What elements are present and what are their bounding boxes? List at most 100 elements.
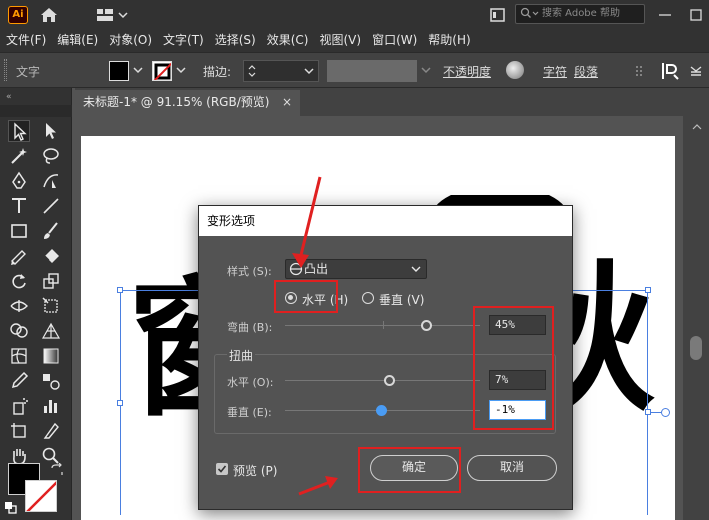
character-panel-link[interactable]: 字符 <box>543 63 567 80</box>
stroke-color-swatch[interactable] <box>25 480 57 512</box>
bounding-handle[interactable] <box>117 287 123 293</box>
stroke-label: 描边: <box>203 65 232 79</box>
control-bar-menu-icon[interactable] <box>688 63 704 82</box>
recolor-artwork-icon[interactable] <box>506 61 524 79</box>
swap-fill-stroke-icon[interactable] <box>50 462 64 480</box>
preview-checkbox-label[interactable]: 预览 (P) <box>233 462 277 479</box>
maximize-icon[interactable] <box>686 4 706 26</box>
search-icon <box>520 7 540 28</box>
default-fill-stroke-icon[interactable] <box>4 501 18 518</box>
mesh-tool-icon[interactable] <box>8 345 30 367</box>
pen-tool-icon[interactable] <box>8 170 30 192</box>
collapse-panel-icon[interactable]: « <box>6 92 12 102</box>
dialog-title: 变形选项 <box>199 206 572 236</box>
stroke-swatch[interactable] <box>152 61 172 81</box>
minimize-icon[interactable] <box>655 4 675 26</box>
ok-button[interactable]: 确定 <box>370 455 458 481</box>
perspective-grid-tool-icon[interactable] <box>40 320 62 342</box>
document-tab[interactable]: 未标题-1* @ 91.15% (RGB/预览) × <box>75 90 300 116</box>
distort-horizontal-value-input[interactable]: 7% <box>489 370 546 390</box>
opacity-label[interactable]: 不透明度 <box>443 63 491 80</box>
bounding-handle[interactable] <box>117 400 123 406</box>
app-logo: Ai <box>8 6 28 24</box>
magic-wand-tool-icon[interactable] <box>8 145 30 167</box>
toolbox: « <box>0 88 72 520</box>
vertical-scrollbar[interactable] <box>683 116 709 520</box>
arc-style-icon <box>289 262 303 281</box>
scroll-thumb[interactable] <box>690 336 702 360</box>
blend-tool-icon[interactable] <box>40 370 62 392</box>
profile-dropdown-icon[interactable] <box>420 63 432 80</box>
rotate-tool-icon[interactable] <box>8 270 30 292</box>
distort-horizontal-label: 水平 (O): <box>227 376 274 389</box>
fill-dropdown-icon[interactable] <box>132 63 144 80</box>
artboard-tool-icon[interactable] <box>8 420 30 442</box>
type-tool-icon[interactable] <box>8 195 30 217</box>
selection-tool-icon[interactable] <box>8 120 30 142</box>
scroll-up-icon[interactable] <box>692 120 702 134</box>
search-input[interactable]: 搜索 Adobe 帮助 <box>515 4 645 24</box>
paragraph-panel-link[interactable]: 段落 <box>574 63 598 80</box>
shape-builder-tool-icon[interactable] <box>8 320 30 342</box>
distort-vertical-label: 垂直 (E): <box>227 406 272 419</box>
close-tab-icon[interactable]: × <box>282 90 292 114</box>
rectangle-tool-icon[interactable] <box>8 220 30 242</box>
horizontal-radio[interactable] <box>285 292 297 304</box>
scale-tool-icon[interactable] <box>40 270 62 292</box>
style-select[interactable]: 凸出 <box>285 259 427 279</box>
variable-width-profile[interactable] <box>327 60 417 82</box>
menu-file[interactable]: 文件(F) <box>0 30 51 52</box>
menu-type[interactable]: 文字(T) <box>157 30 209 52</box>
distortion-heading: 扭曲 <box>227 347 256 364</box>
distort-horizontal-slider-track[interactable] <box>285 380 480 381</box>
bend-slider-knob[interactable] <box>420 320 432 331</box>
distort-vertical-value-input[interactable]: -1% <box>489 400 546 420</box>
search-placeholder: 搜索 Adobe 帮助 <box>542 8 620 19</box>
menu-effect[interactable]: 效果(C) <box>261 30 314 52</box>
toolbox-grip[interactable] <box>0 105 72 117</box>
bounding-handle[interactable] <box>645 287 651 293</box>
column-graph-tool-icon[interactable] <box>40 395 62 417</box>
stroke-dropdown-icon[interactable] <box>175 63 187 80</box>
horizontal-radio-label[interactable]: 水平 (H) <box>302 291 348 308</box>
symbol-sprayer-tool-icon[interactable] <box>8 395 30 417</box>
width-tool-icon[interactable] <box>8 295 30 317</box>
menu-view[interactable]: 视图(V) <box>313 30 366 52</box>
bend-value-input[interactable]: 45% <box>489 315 546 335</box>
menu-object[interactable]: 对象(O) <box>103 30 157 52</box>
panel-grip[interactable] <box>4 59 7 81</box>
direct-selection-tool-icon[interactable] <box>40 120 62 142</box>
free-transform-tool-icon[interactable] <box>40 295 62 317</box>
arrange-documents-icon[interactable] <box>487 4 509 26</box>
distort-vertical-slider-knob[interactable] <box>376 405 388 416</box>
text-thread-port[interactable] <box>661 408 670 417</box>
gradient-tool-icon[interactable] <box>40 345 62 367</box>
bend-label: 弯曲 (B): <box>227 321 273 334</box>
cancel-button[interactable]: 取消 <box>467 455 557 481</box>
menu-help[interactable]: 帮助(H) <box>422 30 475 52</box>
workspace-layout-icon[interactable] <box>95 4 131 26</box>
lasso-tool-icon[interactable] <box>40 145 62 167</box>
line-segment-tool-icon[interactable] <box>40 195 62 217</box>
eyedropper-tool-icon[interactable] <box>8 370 30 392</box>
stroke-weight-input[interactable] <box>243 60 319 82</box>
menu-select[interactable]: 选择(S) <box>209 30 261 52</box>
chevron-down-icon <box>410 260 422 283</box>
home-icon[interactable] <box>38 4 60 26</box>
vertical-radio-label[interactable]: 垂直 (V) <box>379 291 424 308</box>
slice-tool-icon[interactable] <box>40 420 62 442</box>
paintbrush-tool-icon[interactable] <box>40 220 62 242</box>
curvature-tool-icon[interactable] <box>40 170 62 192</box>
menu-window[interactable]: 窗口(W) <box>366 30 422 52</box>
preview-checkbox[interactable] <box>216 463 228 475</box>
fill-swatch[interactable] <box>109 61 129 81</box>
align-options-icon[interactable] <box>633 63 647 82</box>
menu-edit[interactable]: 编辑(E) <box>51 30 103 52</box>
distortion-group <box>214 354 556 434</box>
transform-icon[interactable] <box>660 61 682 84</box>
shaper-tool-icon[interactable] <box>8 245 30 267</box>
distort-horizontal-slider-knob[interactable] <box>383 375 395 386</box>
vertical-radio[interactable] <box>362 292 374 304</box>
style-select-value: 凸出 <box>304 262 329 276</box>
eraser-tool-icon[interactable] <box>40 245 62 267</box>
